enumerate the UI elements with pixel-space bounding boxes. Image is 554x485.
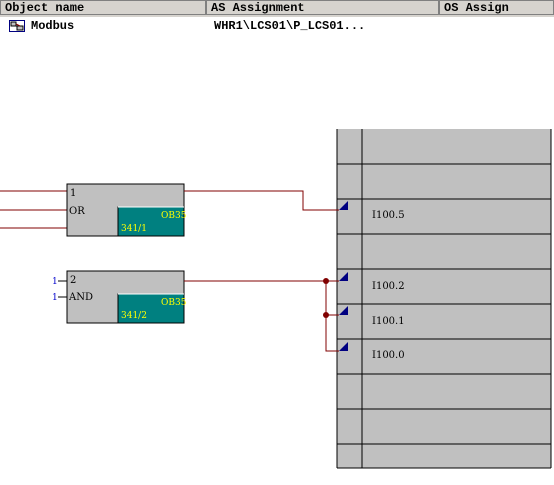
block1-input-wires xyxy=(0,190,67,229)
block2-input2-value: 1 xyxy=(52,293,58,303)
wire-junction xyxy=(323,312,329,318)
or-block[interactable]: 1 OR OB35 341/1 xyxy=(66,183,187,237)
block2-number: 2 xyxy=(70,275,76,286)
block2-input-pins: 1 1 xyxy=(52,277,67,303)
and-block[interactable]: 2 AND OB35 341/2 xyxy=(66,270,187,324)
output-wires xyxy=(184,190,339,352)
signal-label[interactable]: I100.5 xyxy=(372,210,405,221)
block2-type: AND xyxy=(68,292,93,303)
block2-input1-value: 1 xyxy=(52,277,58,287)
sheet-bar xyxy=(336,129,552,469)
signal-label[interactable]: I100.0 xyxy=(372,350,405,361)
cfc-chart-canvas[interactable]: 1 OR OB35 341/1 1 1 2 AND OB35 341/2 I10… xyxy=(0,0,554,485)
signal-label[interactable]: I100.1 xyxy=(372,316,405,327)
signal-label[interactable]: I100.2 xyxy=(372,281,405,292)
block1-seq: 341/1 xyxy=(121,224,147,234)
block1-ob: OB35 xyxy=(161,211,187,221)
block1-type: OR xyxy=(69,206,85,217)
block2-seq: 341/2 xyxy=(121,311,147,321)
block2-ob: OB35 xyxy=(161,298,187,308)
wire-junction xyxy=(323,278,329,284)
block1-number: 1 xyxy=(70,188,76,199)
